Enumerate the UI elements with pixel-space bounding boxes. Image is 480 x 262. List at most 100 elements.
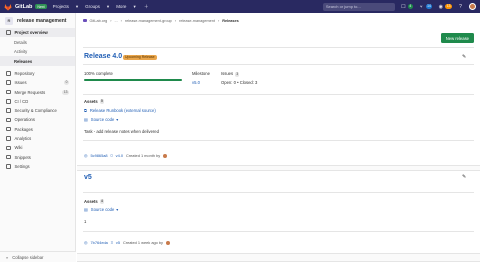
edit-release-icon[interactable]: ✎ [462,54,468,60]
collapse-sidebar-button[interactable]: « Collapse sidebar [0,251,76,262]
rocket-icon [6,99,11,104]
milestone-label: Milestone [192,71,210,76]
breadcrumb: GitLab.org › ... › release-management-grou… [83,17,239,24]
milestone-link[interactable]: v5.0 [192,80,200,85]
sidebar-item-operations[interactable]: Operations [0,115,75,124]
search-input[interactable]: Search or jump to... [322,2,395,11]
count-badge: 0 [64,80,69,86]
commit-link[interactable]: 7b764eda [91,240,108,245]
runbook-link[interactable]: ⧉ Release Runbook (external source) [84,108,156,113]
divider [83,47,474,48]
next-badge[interactable]: Next [35,4,47,9]
todos-counter[interactable]: ☐ 4 [400,3,413,10]
assets-label: Assets [84,99,98,104]
edit-release-icon[interactable]: ✎ [462,174,468,180]
sidebar: R release management Project overview De… [0,13,76,262]
sidebar-item-security[interactable]: Security & Compliance [0,106,75,115]
release-title[interactable]: v5 [84,174,92,181]
doc-code-icon: ▤ [84,207,88,212]
sidebar-item-label: Settings [14,163,30,169]
breadcrumb-item[interactable]: ... [115,19,118,23]
author-avatar[interactable] [163,153,168,158]
breadcrumb-item[interactable]: release-management-group [125,19,172,23]
commit-link[interactable]: 5c9865a8 [91,153,108,158]
merge-request-icon: ⑂ [419,3,423,10]
sidebar-item-settings[interactable]: Settings [0,162,75,171]
divider [83,94,474,95]
tag-icon: ⌑ [110,240,113,245]
sidebar-subitem-releases[interactable]: Releases [0,56,75,66]
gear-icon [6,164,11,169]
divider [83,231,474,232]
release-title[interactable]: Release 4.0 [84,53,122,60]
nav-more[interactable]: More [116,4,126,9]
shield-icon [6,108,11,113]
counter-badge: 14 [425,4,433,9]
tag-link[interactable]: v4.0 [116,153,123,158]
issues-counter[interactable]: ◉ 13 [437,3,452,10]
book-icon [6,145,11,151]
gitlab-tanuki-icon [4,3,12,10]
issues-label-row: Issues 3 [221,71,240,77]
release-footer: ◎ 7b764eda ⌑ v5 Created 1 week ago by [84,240,170,245]
sidebar-item-merge-requests[interactable]: Merge Requests 13 [0,87,75,96]
sidebar-subitem-details[interactable]: Details [0,37,75,47]
navbar-right: Search or jump to... ☐ 4 ⑂ 14 ◉ 13 ? [322,0,476,13]
nav-menu: Projects ▾ Groups ▾ More ▾ ＋ [53,3,150,10]
double-chevron-left-icon: « [6,254,9,260]
merge-requests-counter[interactable]: ⑂ 14 [418,3,433,10]
plus-icon[interactable]: ＋ [143,3,150,10]
sidebar-item-analytics[interactable]: Analytics [0,134,75,143]
sidebar-item-issues[interactable]: Issues 0 [0,78,75,87]
help-icon[interactable]: ? [457,3,464,10]
group-avatar-icon [83,18,87,23]
project-header[interactable]: R release management [0,13,75,28]
sidebar-item-snippets[interactable]: Snippets [0,152,75,161]
release-footer: ◎ 5c9865a8 ⌑ v4.0 Created 1 month by [84,153,168,158]
doc-code-icon: ▤ [84,117,88,122]
nav-projects[interactable]: Projects [53,4,69,9]
sidebar-item-label: Wiki [14,145,23,151]
release-separator [77,253,480,262]
top-navbar: GitLab Next Projects ▾ Groups ▾ More ▾ ＋ Se… [0,0,480,13]
chevron-down-icon: ▾ [106,3,110,9]
assets-heading: Assets 4 [84,199,105,204]
nav-groups[interactable]: Groups [85,4,100,9]
sidebar-item-label: Security & Compliance [14,108,57,114]
source-code-dropdown[interactable]: ▤ Source code ▾ [84,117,118,122]
external-link-icon: ⧉ [84,108,87,113]
snippet-icon [6,154,11,160]
user-avatar[interactable] [469,3,476,10]
new-release-button[interactable]: New release [440,33,474,43]
runbook-label: Release Runbook (external source) [89,108,156,113]
source-code-dropdown[interactable]: ▤ Source code ▾ [84,207,118,212]
sidebar-item-wiki[interactable]: Wiki [0,143,75,152]
assets-count: 4 [99,199,105,204]
chevron-down-icon: ▾ [75,3,79,9]
issues-count: 3 [235,72,240,77]
source-code-label: Source code [90,207,115,212]
milestone-progress-fill [84,79,182,81]
tag-link[interactable]: v5 [116,240,120,245]
sidebar-item-packages[interactable]: Packages [0,125,75,134]
gitlab-logo[interactable]: GitLab Next [4,3,47,11]
sidebar-item-project-overview[interactable]: Project overview [0,28,75,38]
sidebar-item-label: Analytics [14,136,32,142]
breadcrumb-item[interactable]: release-management [179,19,215,23]
divider [83,140,474,141]
chevron-down-icon: ▾ [133,3,136,9]
project-name: release management [17,17,67,24]
sidebar-item-ci-cd[interactable]: CI / CD [0,97,75,106]
breadcrumb-item[interactable]: GitLab.org [90,19,108,23]
search-placeholder: Search or jump to... [325,4,361,9]
main-content: GitLab.org › ... › release-management-grou… [77,13,480,262]
milestone-progress-bar [84,79,182,81]
counter-badge: 13 [445,4,452,9]
breadcrumb-current: Releases [222,18,239,23]
sidebar-subitem-activity[interactable]: Activity [0,47,75,57]
milestone-progress-text: 100% complete [84,71,113,76]
author-avatar[interactable] [166,240,170,245]
count-badge: 13 [62,89,69,95]
chevron-down-icon: ▾ [116,117,119,122]
sidebar-item-repository[interactable]: Repository [0,69,75,78]
